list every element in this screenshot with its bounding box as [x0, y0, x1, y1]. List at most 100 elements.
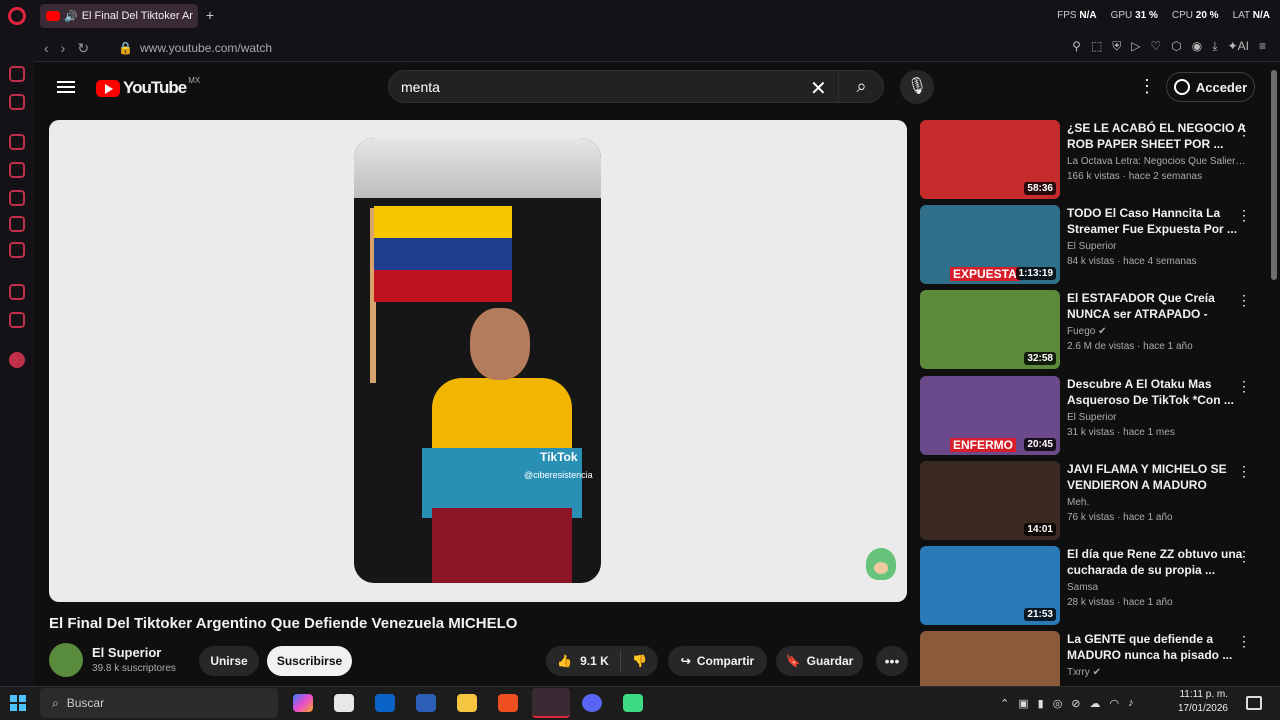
rec-channel[interactable]: La Octava Letra: Negocios Que Salieron .…	[1067, 156, 1247, 167]
channel-watermark-icon[interactable]	[866, 548, 896, 580]
twitch-icon[interactable]	[9, 284, 25, 300]
video-thumbnail[interactable]: 14:01	[920, 461, 1060, 540]
forward-icon[interactable]: ›	[61, 40, 66, 57]
recommendation-item[interactable]: 32:58 El ESTAFADOR Que Creía NUNCA ser A…	[920, 290, 1265, 370]
recommendation-item[interactable]: 58:36 ¿SE LE ACABÓ EL NEGOCIO A ROB PAPE…	[920, 120, 1265, 200]
save-button[interactable]: 🔖 Guardar	[776, 646, 863, 676]
rec-title[interactable]: La GENTE que defiende a MADURO nunca ha …	[1067, 631, 1247, 663]
settings-menu-icon[interactable]: ⋮	[1138, 76, 1156, 97]
rec-title[interactable]: El ESTAFADOR Que Creía NUNCA ser ATRAPAD…	[1067, 290, 1247, 322]
search-button[interactable]: ⌕	[838, 70, 884, 103]
rec-menu-icon[interactable]: ⋮	[1237, 378, 1251, 395]
scrollbar-thumb[interactable]	[1271, 70, 1277, 280]
word-icon[interactable]	[416, 694, 436, 712]
lock-icon[interactable]: 🔒	[118, 41, 133, 55]
rec-channel[interactable]: Fuego ✔	[1067, 326, 1247, 337]
taskbar-search[interactable]: ⌕ Buscar	[40, 688, 278, 718]
cloud-icon[interactable]: ☁	[1090, 697, 1101, 710]
tray-app-icon[interactable]: ▣	[1018, 697, 1028, 710]
video-thumbnail[interactable]: 58:36	[920, 120, 1060, 199]
battery-icon[interactable]: ▮	[1038, 697, 1044, 710]
rec-menu-icon[interactable]: ⋮	[1237, 548, 1251, 565]
rec-menu-icon[interactable]: ⋮	[1237, 292, 1251, 309]
app-icon[interactable]	[623, 694, 643, 712]
file-explorer-icon[interactable]	[457, 694, 477, 712]
rec-title[interactable]: TODO El Caso Hanncita La Streamer Fue Ex…	[1067, 205, 1247, 237]
channel-avatar[interactable]	[49, 643, 83, 677]
join-button[interactable]: Unirse	[199, 646, 259, 676]
video-thumbnail[interactable]: 21:53	[920, 546, 1060, 625]
voice-search-icon[interactable]: 🎙	[900, 70, 934, 104]
network-off-icon[interactable]: ⊘	[1071, 697, 1080, 710]
ai-button[interactable]: ✦AI	[1228, 39, 1249, 54]
recommendation-item[interactable]: La GENTE que defiende a MADURO nunca ha …	[920, 631, 1265, 686]
rec-title[interactable]: Descubre A El Otaku Mas Asqueroso De Tik…	[1067, 376, 1247, 408]
speaker-icon[interactable]: 🔊	[64, 10, 78, 23]
history-icon[interactable]	[9, 162, 25, 178]
wifi-icon[interactable]: ◠	[1110, 697, 1120, 710]
wallet-icon[interactable]	[9, 216, 25, 232]
taskbar-clock[interactable]: 11:11 p. m. 17/01/2026	[1178, 688, 1228, 716]
copilot-icon[interactable]	[293, 694, 313, 712]
rec-title[interactable]: JAVI FLAMA Y MICHELO SE VENDIERON A MADU…	[1067, 461, 1247, 493]
mail-icon[interactable]	[9, 134, 25, 150]
extensions-icon[interactable]: ⬡	[1171, 39, 1181, 54]
windows-start-icon[interactable]	[10, 695, 26, 711]
share-button[interactable]: ↪ Compartir	[668, 646, 767, 676]
like-button[interactable]: 👍 9.1 K	[546, 650, 621, 672]
discord-icon[interactable]	[582, 694, 602, 712]
rec-title[interactable]: El día que Rene ZZ obtuvo una cucharada …	[1067, 546, 1247, 578]
rec-menu-icon[interactable]: ⋮	[1237, 463, 1251, 480]
menu-icon[interactable]: ≡	[1259, 39, 1266, 54]
bookmarks-icon[interactable]	[9, 190, 25, 206]
back-icon[interactable]: ‹	[44, 40, 49, 57]
browser-tab[interactable]: 🔊 El Final Del Tiktoker Ar	[40, 4, 198, 28]
rec-channel[interactable]: El Superior	[1067, 412, 1247, 423]
pin-icon[interactable]: ⚲	[1072, 39, 1081, 54]
opera-logo-icon[interactable]	[8, 7, 26, 25]
rec-menu-icon[interactable]: ⋮	[1237, 207, 1251, 224]
subscribe-button[interactable]: Suscribirse	[267, 646, 352, 676]
rec-title[interactable]: ¿SE LE ACABÓ EL NEGOCIO A ROB PAPER SHEE…	[1067, 120, 1247, 152]
rec-channel[interactable]: El Superior	[1067, 241, 1247, 252]
dislike-button[interactable]: 👎	[621, 654, 658, 668]
channel-name[interactable]: El Superior	[92, 645, 161, 660]
video-thumbnail[interactable]: EXPUESTA 1:13:19	[920, 205, 1060, 284]
video-thumbnail[interactable]: ENFERMO 20:45	[920, 376, 1060, 455]
heart-icon[interactable]: ♡	[1151, 39, 1162, 54]
recommendation-item[interactable]: ENFERMO 20:45 Descubre A El Otaku Mas Asq…	[920, 376, 1265, 456]
signin-button[interactable]: Acceder	[1166, 72, 1255, 102]
music-icon[interactable]	[9, 242, 25, 258]
url-field[interactable]: www.youtube.com/watch	[140, 41, 272, 55]
store-icon[interactable]	[334, 694, 354, 712]
rec-menu-icon[interactable]: ⋮	[1237, 122, 1251, 139]
reload-icon[interactable]: ↻	[77, 40, 89, 57]
video-thumbnail[interactable]: 32:58	[920, 290, 1060, 369]
recommendation-item[interactable]: EXPUESTA 1:13:19 TODO El Caso Hanncita La…	[920, 205, 1265, 285]
clear-search-icon[interactable]: ✕	[810, 76, 827, 101]
video-player[interactable]: TikTok @ciberesistencia	[49, 120, 907, 602]
new-tab-button[interactable]: +	[202, 7, 218, 23]
rec-channel[interactable]: Txrry ✔	[1067, 667, 1247, 678]
more-actions-icon[interactable]: •••	[876, 646, 908, 676]
outlook-icon[interactable]	[375, 694, 395, 712]
rec-channel[interactable]: Samsa	[1067, 582, 1247, 593]
home-icon[interactable]	[9, 66, 25, 82]
notification-icon[interactable]	[1246, 696, 1262, 710]
search-input[interactable]	[401, 78, 801, 95]
video-thumbnail[interactable]	[920, 631, 1060, 686]
brave-icon[interactable]	[498, 694, 518, 712]
favorites-heart-icon[interactable]	[9, 352, 25, 368]
opera-taskbar-icon[interactable]	[532, 688, 570, 718]
youtube-logo[interactable]: YouTube MX	[96, 76, 200, 98]
rec-menu-icon[interactable]: ⋮	[1237, 633, 1251, 650]
gamepad-icon[interactable]	[9, 94, 25, 110]
chrome-tray-icon[interactable]: ◎	[1053, 697, 1063, 710]
hamburger-menu-icon[interactable]	[57, 78, 75, 94]
snapshot-icon[interactable]: ⬚	[1091, 39, 1102, 54]
volume-icon[interactable]: ♪	[1128, 697, 1134, 710]
rec-channel[interactable]: Meh.	[1067, 497, 1247, 508]
play-icon[interactable]: ▷	[1131, 39, 1140, 54]
download-icon[interactable]: ⤓	[1212, 39, 1217, 54]
profile-icon[interactable]: ◉	[1192, 39, 1202, 54]
